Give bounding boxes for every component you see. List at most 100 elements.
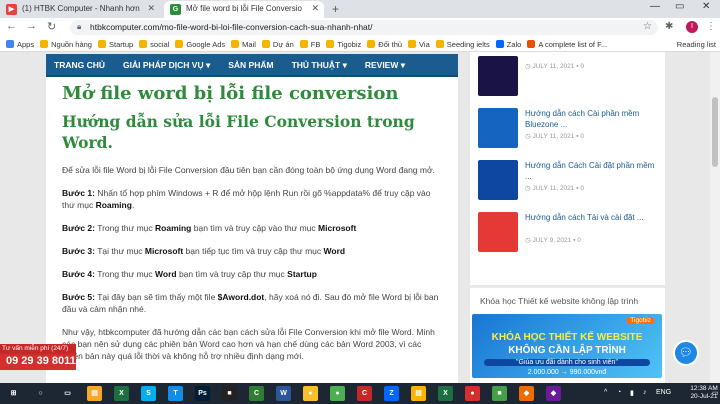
notification-icon[interactable]: ▭	[712, 389, 719, 397]
close-window-icon[interactable]: ✕	[702, 1, 710, 12]
back-icon[interactable]: ←	[6, 20, 17, 32]
post-date: JULY 11, 2021	[532, 185, 575, 192]
new-tab-icon[interactable]: +	[332, 2, 339, 16]
folder-icon	[261, 40, 270, 48]
post-thumbnail[interactable]	[478, 160, 518, 200]
teamviewer-icon[interactable]: T	[168, 386, 183, 401]
app-black-icon[interactable]: ■	[222, 386, 237, 401]
skype-icon[interactable]: S	[141, 386, 156, 401]
nav-item-products[interactable]: SẢN PHẨM	[220, 54, 273, 70]
post-title[interactable]: Hướng dẫn Cách Cài đặt phần mềm ...	[525, 160, 661, 182]
app-orange-icon[interactable]: ◆	[519, 386, 534, 401]
bookmarks-bar: Apps Nguồn hàng Startup social Google Ads Mai…	[0, 37, 720, 52]
battery-icon[interactable]: ▮	[630, 389, 634, 397]
address-bar[interactable]: 🔒︎ htbkcomputer.com/mo-file-word-bi-loi-…	[70, 20, 658, 35]
minimize-icon[interactable]: —	[650, 1, 660, 12]
hotline-widget[interactable]: Tư vấn miễn phí (24/7) 09 29 39 8011	[0, 344, 76, 370]
bookmark-item[interactable]: FB	[299, 37, 320, 49]
bookmark-item[interactable]: Startup	[97, 37, 133, 49]
chat-bubble-icon[interactable]: 💬︎	[673, 340, 699, 366]
sidebar-post[interactable]: ◷ JULY 11, 2021 ▪ 0	[478, 56, 663, 98]
tray-up-icon[interactable]: ^	[604, 389, 607, 396]
network-icon[interactable]: ◔	[617, 389, 621, 396]
close-tab-icon[interactable]: ✕	[311, 3, 319, 14]
app-purple-icon[interactable]: ◆	[546, 386, 561, 401]
bookmark-item[interactable]: Mail	[231, 37, 256, 49]
bookmark-item[interactable]: Google Ads	[175, 37, 225, 49]
chrome-2-icon[interactable]: ●	[330, 386, 345, 401]
bookmark-item[interactable]: A complete list of F...	[527, 37, 607, 49]
bookmark-item[interactable]: Nguồn hàng	[40, 37, 92, 49]
folder-icon	[40, 40, 49, 48]
bookmark-item[interactable]: social	[139, 37, 169, 49]
profile-avatar[interactable]: I	[686, 21, 698, 33]
apps-grid-icon	[6, 40, 14, 48]
bookmark-item[interactable]: Zalo	[495, 37, 521, 49]
search-icon[interactable]: ○	[33, 386, 48, 401]
excel-2-icon[interactable]: X	[438, 386, 453, 401]
post-title[interactable]: Hướng dẫn cách Cài phần mềm Bluezone ...	[525, 108, 661, 130]
language-indicator[interactable]: ENG	[656, 389, 671, 396]
tab-label: Mở file word bị lỗi File Conversio	[186, 4, 302, 13]
page-scrollbar[interactable]	[710, 52, 720, 383]
extensions-icon[interactable]: ✱	[665, 21, 673, 32]
post-thumbnail[interactable]	[478, 108, 518, 148]
browser-tab-article[interactable]: G Mở file word bị lỗi File Conversio ✕	[164, 1, 324, 18]
bookmark-item[interactable]: Apps	[6, 37, 34, 49]
app-red-icon[interactable]: ●	[465, 386, 480, 401]
site-favicon-icon: G	[170, 4, 181, 15]
post-title[interactable]: Hướng dẫn cách Tải và cài đặt ...	[525, 212, 661, 223]
browser-toolbar: ← → ↻ 🔒︎ htbkcomputer.com/mo-file-word-b…	[0, 18, 720, 37]
reading-list-button[interactable]: Reading list	[672, 40, 716, 49]
folder-icon[interactable]: ▤	[411, 386, 426, 401]
reload-icon[interactable]: ↻	[47, 20, 56, 33]
photoshop-icon[interactable]: Ps	[195, 386, 210, 401]
maximize-icon[interactable]: ▭	[675, 1, 684, 12]
post-date: JULY 9, 2021	[532, 237, 572, 244]
nav-item-review[interactable]: REVIEW ▾	[357, 54, 405, 71]
step-bold: Roaming	[155, 223, 192, 233]
step-post: .	[131, 200, 135, 210]
bookmark-item[interactable]: Dự án	[261, 37, 294, 49]
sidebar-post[interactable]: Hướng dẫn cách Tải và cài đặt ... ◷ JULY …	[478, 212, 663, 254]
forward-icon[interactable]: →	[26, 20, 37, 32]
ccleaner-icon[interactable]: C	[357, 386, 372, 401]
nav-item-home[interactable]: TRANG CHỦ	[46, 54, 105, 70]
nav-item-tips[interactable]: THỦ THUẬT ▾	[284, 54, 347, 71]
folder-icon	[175, 40, 184, 48]
word-icon[interactable]: W	[276, 386, 291, 401]
bookmark-label: social	[150, 40, 170, 49]
step-pre: Trong thư mục	[94, 269, 156, 279]
volume-icon[interactable]: ♪	[643, 389, 647, 396]
tigobiz-logo: Tigobiz	[627, 317, 654, 324]
bookmark-item[interactable]: Seeding ielts	[435, 37, 490, 49]
nav-item-services[interactable]: GIẢI PHÁP DỊCH VỤ ▾	[115, 54, 210, 71]
close-tab-icon[interactable]: ✕	[147, 3, 155, 14]
task-view-icon[interactable]: ▭	[60, 386, 75, 401]
sidebar-post[interactable]: Hướng dẫn cách Cài phần mềm Bluezone ...…	[478, 108, 663, 150]
camtasia-icon[interactable]: C	[249, 386, 264, 401]
hotline-number[interactable]: 09 29 39 8011	[0, 354, 76, 370]
post-thumbnail[interactable]	[478, 212, 518, 252]
step-bold: Roaming	[95, 200, 132, 210]
zalo-icon[interactable]: Z	[384, 386, 399, 401]
bookmark-item[interactable]: Tigobiz	[326, 37, 361, 49]
browser-tab-htbk[interactable]: ▶ (1) HTBK Computer - Nhanh hơn ✕	[0, 1, 160, 18]
article-step: Bước 2: Trong thư mục Roaming bạn tìm và…	[62, 222, 444, 234]
folder-icon	[97, 40, 106, 48]
sidebar-post[interactable]: Hướng dẫn Cách Cài đặt phần mềm ... ◷ JUL…	[478, 160, 663, 202]
course-banner[interactable]: Tigobiz KHÓA HỌC THIẾT KẾ WEBSITE KHÔNG …	[472, 314, 662, 378]
bookmark-item[interactable]: Đối thủ	[367, 37, 402, 49]
windows-start-icon[interactable]: ⊞	[6, 386, 21, 401]
post-thumbnail[interactable]	[478, 56, 518, 96]
bookmark-item[interactable]: Via	[408, 37, 430, 49]
bookmark-star-icon[interactable]: ☆	[643, 21, 652, 32]
chrome-icon[interactable]: ●	[303, 386, 318, 401]
browser-menu-icon[interactable]: ⋮	[706, 21, 716, 32]
excel-icon[interactable]: X	[114, 386, 129, 401]
scrollbar-thumb[interactable]	[712, 97, 718, 167]
app-green-icon[interactable]: ■	[492, 386, 507, 401]
step-post: bạn tiếp tục tìm và truy cập thư mục	[183, 246, 324, 256]
folder-icon	[299, 40, 308, 48]
file-explorer-icon[interactable]: ▤	[87, 386, 102, 401]
